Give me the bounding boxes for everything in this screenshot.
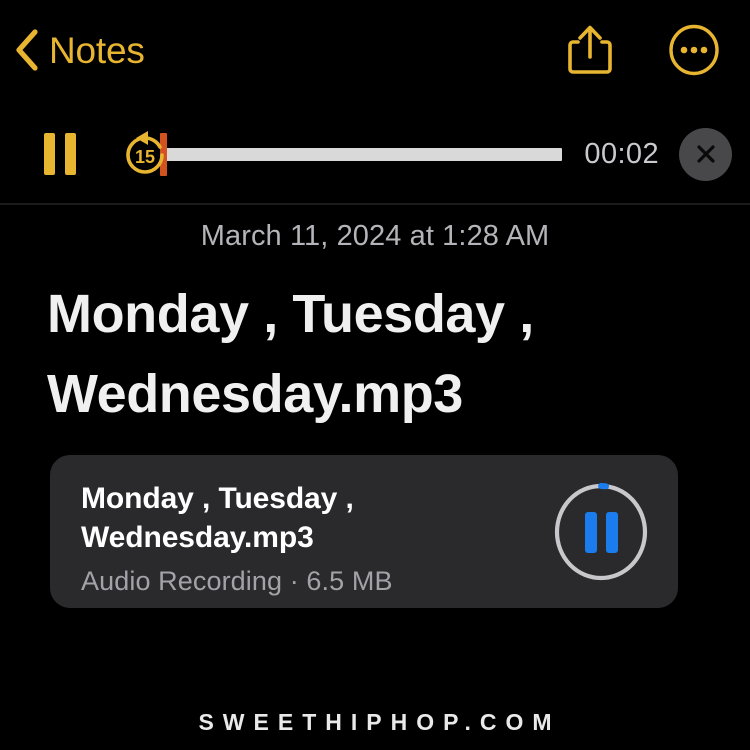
elapsed-time-label: 00:02	[584, 137, 659, 170]
skip-back-15-label: 15	[135, 147, 155, 167]
audio-scrubber[interactable]	[160, 128, 563, 180]
attachment-meta-label: Audio Recording · 6.5 MB	[81, 566, 393, 596]
skip-back-15-icon: 15	[126, 131, 164, 174]
scrubber-track[interactable]	[160, 132, 563, 176]
attachment-pause-icon	[550, 481, 652, 583]
back-to-notes-button[interactable]: Notes	[14, 28, 145, 72]
more-circle-icon	[669, 24, 719, 76]
notes-audio-screen: Notes 15 00:02 March 11, 2024 at 1:28 AM…	[0, 0, 750, 750]
note-title-line-1: Monday , Tuesday ,	[47, 284, 534, 344]
note-date-label: March 11, 2024 at 1:28 AM	[200, 220, 550, 252]
pause-bar-left	[44, 133, 55, 175]
navbar-actions	[564, 24, 720, 76]
attachment-filename-line-1: Monday , Tuesday ,	[81, 482, 354, 515]
pause-bar-right	[65, 133, 76, 175]
audio-player-bar: 15 00:02	[0, 104, 750, 204]
attachment-play-pause-button[interactable]	[550, 481, 652, 583]
attachment-filename-line-2: Wednesday.mp3	[81, 521, 314, 554]
navigation-bar: Notes	[0, 0, 750, 100]
close-x-icon	[696, 145, 715, 163]
ring-pause-bar-left	[584, 511, 597, 553]
player-pause-button[interactable]	[44, 133, 76, 175]
more-options-button[interactable]	[668, 24, 720, 76]
site-watermark: SWEETHIPHOP.COM	[198, 709, 561, 735]
attachment-info: Monday , Tuesday , Wednesday.mp3 Audio R…	[81, 477, 550, 597]
share-upload-icon	[568, 25, 612, 74]
skip-back-15-button[interactable]: 15	[120, 128, 170, 180]
chevron-left-icon	[16, 29, 38, 71]
ring-pause-bar-right	[605, 511, 618, 553]
player-divider	[0, 203, 750, 205]
attachment-filename: Monday , Tuesday , Wednesday.mp3	[81, 479, 550, 557]
note-title-line-2: Wednesday.mp3	[47, 364, 463, 425]
share-button[interactable]	[564, 24, 616, 76]
close-player-button[interactable]	[679, 127, 732, 181]
audio-attachment-card[interactable]: Monday , Tuesday , Wednesday.mp3 Audio R…	[50, 455, 678, 608]
back-button-label: Notes	[49, 29, 145, 71]
note-title: Monday , Tuesday , Wednesday.mp3	[47, 274, 667, 435]
